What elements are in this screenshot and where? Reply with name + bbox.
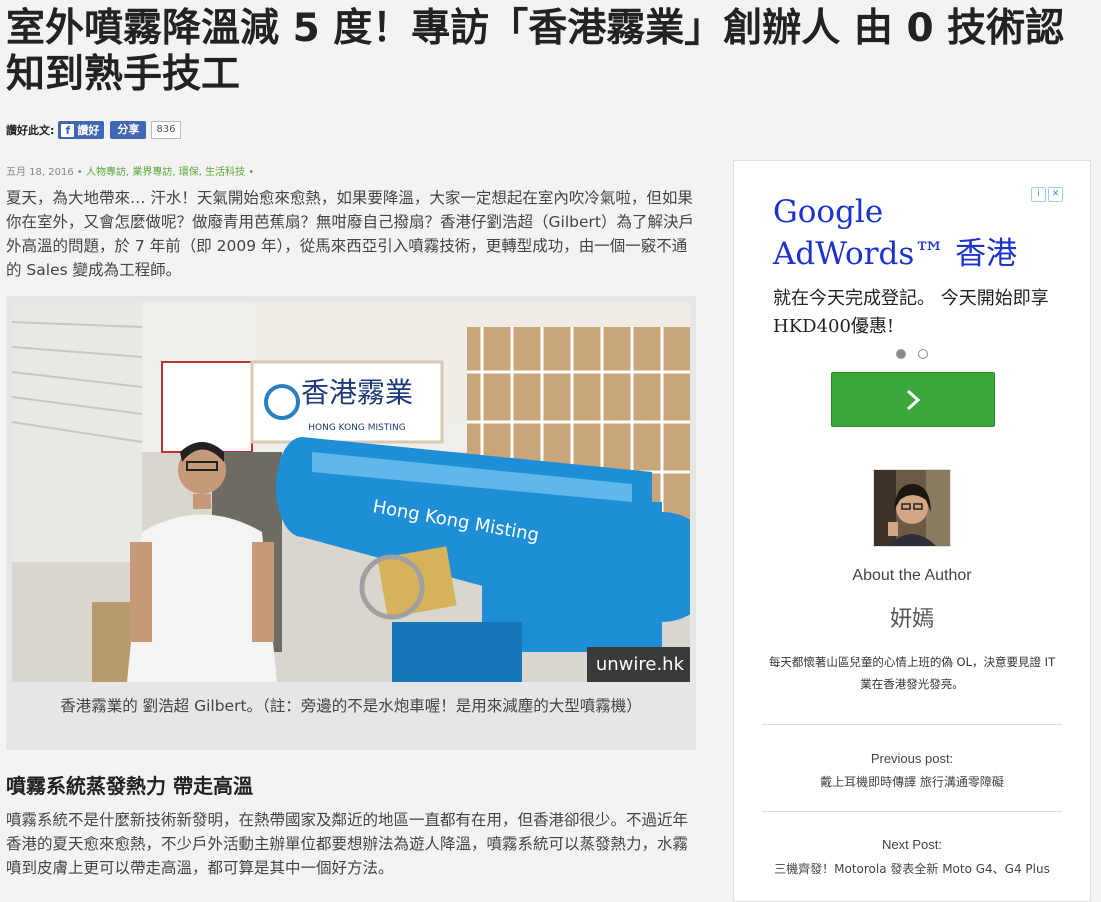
article-meta: 五月 18, 2016 • 人物專訪, 業界專訪, 環保, 生活科技 •: [6, 167, 255, 178]
facebook-share-button[interactable]: 分享: [110, 121, 147, 139]
article-date: 五月 18, 2016: [6, 167, 74, 178]
share-label: 讚好此文:: [6, 124, 55, 137]
facebook-icon: f: [61, 123, 75, 137]
section-body: 噴霧系統不是什麼新技術新發明，在熱帶國家及鄰近的地區一直都有在用，但香港卻很少。…: [6, 811, 689, 877]
sidebar: i ✕ Google AdWords™ 香港 就在今天完成登記。 今天開始即享 …: [733, 160, 1091, 902]
author-bio: 每天都懷著山區兒童的心情上班的偽 OL，決意要見證 IT 業在香港發光發亮。: [768, 655, 1056, 691]
about-author-label: About the Author: [852, 567, 972, 584]
shop-sign-subtext: HONG KONG MISTING: [308, 423, 405, 433]
article-intro: 夏天，為大地帶來… 汗水！天氣開始愈來愈熱，如果要降溫，大家一定想起在室內吹冷氣…: [6, 189, 694, 279]
figure-caption: 香港霧業的 劉浩超 Gilbert。（註：旁邊的不是水炮車喔！是用來減塵的大型噴…: [60, 697, 642, 715]
article-photo: 香港霧業 HONG KONG MISTING Hong Kong Misting…: [12, 302, 690, 682]
section-heading: 噴霧系統蒸發熱力 帶走高溫: [6, 774, 253, 798]
photo-watermark: unwire.hk: [596, 654, 685, 675]
category-link[interactable]: 人物專訪: [86, 167, 126, 178]
chevron-right-icon: [906, 389, 921, 410]
previous-post-label: Previous post:: [870, 751, 954, 766]
carousel-dot[interactable]: [918, 349, 928, 359]
ad-headline[interactable]: Google AdWords™ 香港: [773, 191, 1063, 275]
previous-post-link[interactable]: 戴上耳機即時傳譯 旅行溝通零障礙: [734, 773, 1090, 790]
shop-sign-text: 香港霧業: [301, 376, 413, 409]
next-post-link[interactable]: 三機齊發！Motorola 發表全新 Moto G4、G4 Plus: [734, 860, 1090, 877]
ad-body-text: 就在今天完成登記。 今天開始即享 HKD400優惠!: [773, 288, 1049, 337]
like-label: 讚好: [77, 124, 100, 137]
divider: [762, 724, 1062, 725]
divider: [762, 811, 1062, 812]
author-name[interactable]: 妍嫣: [734, 601, 1090, 633]
next-post-label: Next Post:: [882, 837, 942, 852]
carousel-dot-active[interactable]: [896, 349, 906, 359]
category-link[interactable]: 環保: [179, 167, 199, 178]
share-count: 836: [151, 121, 181, 139]
ad-carousel-dots[interactable]: [896, 349, 928, 359]
category-link[interactable]: 業界專訪: [132, 167, 172, 178]
category-link[interactable]: 生活科技: [205, 167, 245, 178]
article-figure: 香港霧業 HONG KONG MISTING Hong Kong Misting…: [6, 296, 696, 750]
facebook-like-button[interactable]: f 讚好: [58, 121, 105, 139]
share-bar: 讚好此文: f 讚好 分享 836: [6, 120, 181, 140]
author-avatar: [873, 469, 951, 547]
article-title: 室外噴霧降溫減 5 度！專訪「香港霧業」創辦人 由 0 技術認知到熟手技工: [6, 6, 1065, 97]
ad-cta-button[interactable]: [831, 372, 995, 427]
